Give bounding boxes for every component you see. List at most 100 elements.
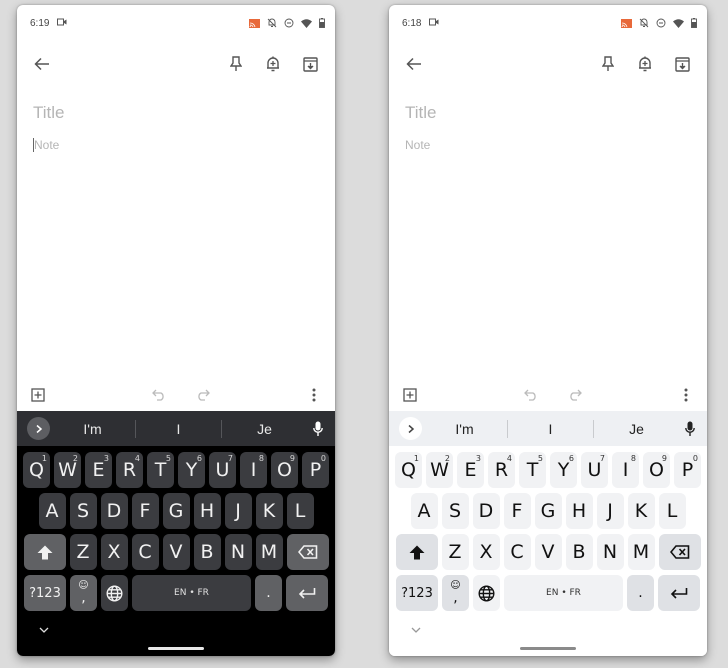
- suggestion-item[interactable]: Je: [222, 421, 307, 437]
- language-switch-key[interactable]: [101, 575, 128, 611]
- emoji-comma-key[interactable]: ☺ ,: [442, 575, 469, 611]
- key-h[interactable]: H: [565, 493, 593, 529]
- key-q[interactable]: Q1: [23, 452, 50, 488]
- suggestion-item[interactable]: I'm: [50, 421, 135, 437]
- undo-button[interactable]: [520, 384, 542, 406]
- key-r[interactable]: R4: [116, 452, 143, 488]
- key-d[interactable]: D: [472, 493, 500, 529]
- key-w[interactable]: W2: [426, 452, 453, 488]
- key-t[interactable]: T5: [519, 452, 546, 488]
- title-field[interactable]: Title: [33, 103, 319, 123]
- key-h[interactable]: H: [193, 493, 221, 529]
- key-n[interactable]: N: [224, 534, 252, 570]
- key-w[interactable]: W2: [54, 452, 81, 488]
- key-b[interactable]: B: [193, 534, 221, 570]
- key-u[interactable]: U7: [581, 452, 608, 488]
- key-t[interactable]: T5: [147, 452, 174, 488]
- key-v[interactable]: V: [162, 534, 190, 570]
- key-l[interactable]: L: [658, 493, 686, 529]
- key-j[interactable]: J: [224, 493, 252, 529]
- key-q[interactable]: Q1: [395, 452, 422, 488]
- redo-button[interactable]: [564, 384, 586, 406]
- key-o[interactable]: O9: [643, 452, 670, 488]
- key-x[interactable]: X: [100, 534, 128, 570]
- key-k[interactable]: K: [627, 493, 655, 529]
- hide-keyboard-button[interactable]: [411, 620, 421, 638]
- key-c[interactable]: C: [131, 534, 159, 570]
- key-r[interactable]: R4: [488, 452, 515, 488]
- enter-key[interactable]: [286, 575, 328, 611]
- hide-keyboard-button[interactable]: [39, 620, 49, 638]
- shift-key[interactable]: [23, 534, 66, 570]
- key-i[interactable]: I8: [240, 452, 267, 488]
- key-f[interactable]: F: [503, 493, 531, 529]
- key-j[interactable]: J: [596, 493, 624, 529]
- symbols-key[interactable]: ?123: [24, 575, 66, 611]
- key-c[interactable]: C: [503, 534, 531, 570]
- key-y[interactable]: Y6: [550, 452, 577, 488]
- archive-button[interactable]: [297, 51, 323, 77]
- key-m[interactable]: M: [255, 534, 283, 570]
- title-field[interactable]: Title: [405, 103, 691, 123]
- key-s[interactable]: S: [69, 493, 97, 529]
- backspace-key[interactable]: [658, 534, 701, 570]
- pin-button[interactable]: [595, 51, 621, 77]
- suggestion-item[interactable]: I: [508, 421, 593, 437]
- key-d[interactable]: D: [100, 493, 128, 529]
- key-y[interactable]: Y6: [178, 452, 205, 488]
- redo-button[interactable]: [192, 384, 214, 406]
- key-z[interactable]: Z: [69, 534, 97, 570]
- key-n[interactable]: N: [596, 534, 624, 570]
- more-options-button[interactable]: [675, 384, 697, 406]
- key-i[interactable]: I8: [612, 452, 639, 488]
- archive-button[interactable]: [669, 51, 695, 77]
- suggestion-item[interactable]: I: [136, 421, 221, 437]
- back-button[interactable]: [401, 51, 427, 77]
- key-s[interactable]: S: [441, 493, 469, 529]
- voice-input-button[interactable]: [307, 421, 329, 437]
- suggestion-item[interactable]: Je: [594, 421, 679, 437]
- more-options-button[interactable]: [303, 384, 325, 406]
- home-gesture-handle[interactable]: [520, 647, 576, 650]
- suggestion-item[interactable]: I'm: [422, 421, 507, 437]
- key-b[interactable]: B: [565, 534, 593, 570]
- key-v[interactable]: V: [534, 534, 562, 570]
- key-p[interactable]: P0: [302, 452, 329, 488]
- emoji-comma-key[interactable]: ☺ ,: [70, 575, 97, 611]
- period-key[interactable]: .: [255, 575, 282, 611]
- enter-key[interactable]: [658, 575, 700, 611]
- add-content-button[interactable]: [27, 384, 49, 406]
- reminder-button[interactable]: [260, 51, 286, 77]
- expand-toolbar-button[interactable]: [399, 417, 422, 440]
- key-k[interactable]: K: [255, 493, 283, 529]
- key-l[interactable]: L: [286, 493, 314, 529]
- shift-key[interactable]: [395, 534, 438, 570]
- key-z[interactable]: Z: [441, 534, 469, 570]
- language-switch-key[interactable]: [473, 575, 500, 611]
- key-o[interactable]: O9: [271, 452, 298, 488]
- key-a[interactable]: A: [38, 493, 66, 529]
- note-field[interactable]: Note: [405, 138, 691, 152]
- home-gesture-handle[interactable]: [148, 647, 204, 650]
- reminder-button[interactable]: [632, 51, 658, 77]
- undo-button[interactable]: [148, 384, 170, 406]
- space-key[interactable]: EN • FR: [132, 575, 251, 611]
- note-field[interactable]: Note: [33, 138, 319, 152]
- key-u[interactable]: U7: [209, 452, 236, 488]
- key-g[interactable]: G: [162, 493, 190, 529]
- voice-input-button[interactable]: [679, 421, 701, 437]
- expand-toolbar-button[interactable]: [27, 417, 50, 440]
- symbols-key[interactable]: ?123: [396, 575, 438, 611]
- space-key[interactable]: EN • FR: [504, 575, 623, 611]
- backspace-key[interactable]: [286, 534, 329, 570]
- key-e[interactable]: E3: [457, 452, 484, 488]
- period-key[interactable]: .: [627, 575, 654, 611]
- add-content-button[interactable]: [399, 384, 421, 406]
- pin-button[interactable]: [223, 51, 249, 77]
- key-f[interactable]: F: [131, 493, 159, 529]
- key-x[interactable]: X: [472, 534, 500, 570]
- key-e[interactable]: E3: [85, 452, 112, 488]
- key-g[interactable]: G: [534, 493, 562, 529]
- key-m[interactable]: M: [627, 534, 655, 570]
- key-p[interactable]: P0: [674, 452, 701, 488]
